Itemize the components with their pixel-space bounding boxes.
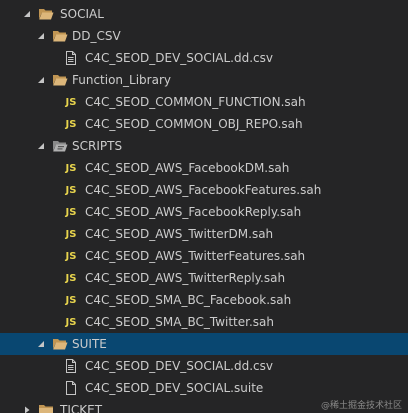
tree-file-row[interactable]: C4C_SEOD_DEV_SOCIAL.suite	[0, 377, 408, 399]
js-file-icon: JS	[65, 250, 77, 262]
tree-item-label: C4C_SEOD_COMMON_FUNCTION.sah	[85, 95, 306, 109]
tree-file-row[interactable]: JS C4C_SEOD_AWS_TwitterFeatures.sah	[0, 245, 408, 267]
generic-file-icon	[63, 381, 79, 395]
tree-item-label: C4C_SEOD_DEV_SOCIAL.suite	[85, 381, 264, 395]
tree-item-label: SCRIPTS	[72, 139, 123, 153]
tree-folder-row[interactable]: DD_CSV	[0, 25, 408, 47]
chevron-down-icon[interactable]	[22, 9, 32, 19]
chevron-down-icon[interactable]	[36, 141, 46, 151]
tree-item-label: C4C_SEOD_AWS_TwitterReply.sah	[85, 271, 286, 285]
tree-item-label: C4C_SEOD_AWS_FacebookFeatures.sah	[85, 183, 322, 197]
tree-file-row[interactable]: JS C4C_SEOD_COMMON_FUNCTION.sah	[0, 91, 408, 113]
tree-item-label: C4C_SEOD_AWS_TwitterFeatures.sah	[85, 249, 306, 263]
js-file-icon: JS	[65, 272, 77, 284]
tree-file-row[interactable]: JS C4C_SEOD_AWS_FacebookDM.sah	[0, 157, 408, 179]
tree-item-label: C4C_SEOD_SMA_BC_Facebook.sah	[85, 293, 292, 307]
tree-file-row[interactable]: JS C4C_SEOD_SMA_BC_Twitter.sah	[0, 311, 408, 333]
folder-open-icon	[52, 29, 68, 43]
tree-file-row[interactable]: JS C4C_SEOD_COMMON_OBJ_REPO.sah	[0, 113, 408, 135]
tree-folder-row[interactable]: SUITE	[0, 333, 408, 355]
js-file-icon: JS	[65, 184, 77, 196]
chevron-down-icon[interactable]	[36, 339, 46, 349]
tree-file-row[interactable]: JS C4C_SEOD_SMA_BC_Facebook.sah	[0, 289, 408, 311]
js-file-icon: JS	[65, 96, 77, 108]
tree-folder-row[interactable]: SCRIPTS	[0, 135, 408, 157]
js-file-icon: JS	[65, 316, 77, 328]
tree-file-row[interactable]: JS C4C_SEOD_AWS_TwitterReply.sah	[0, 267, 408, 289]
folder-open-icon	[38, 7, 54, 21]
file-explorer-tree: SOCIAL DD_CSV C4C_SEOD_DEV_SOCIAL.dd.csv Fu…	[0, 0, 408, 413]
tree-item-label: Function_Library	[72, 73, 171, 87]
chevron-down-icon[interactable]	[36, 31, 46, 41]
tree-item-label: C4C_SEOD_AWS_TwitterDM.sah	[85, 227, 274, 241]
js-file-icon: JS	[65, 228, 77, 240]
js-file-icon: JS	[65, 118, 77, 130]
csv-file-icon	[63, 51, 79, 65]
tree-folder-row[interactable]: Function_Library	[0, 69, 408, 91]
csv-file-icon	[63, 359, 79, 373]
tree-file-row[interactable]: JS C4C_SEOD_AWS_FacebookFeatures.sah	[0, 179, 408, 201]
tree-item-label: DD_CSV	[72, 29, 121, 43]
folder-open-icon	[52, 73, 68, 87]
tree-file-row[interactable]: C4C_SEOD_DEV_SOCIAL.dd.csv	[0, 355, 408, 377]
tree-file-row[interactable]: JS C4C_SEOD_AWS_FacebookReply.sah	[0, 201, 408, 223]
tree-item-label: C4C_SEOD_SMA_BC_Twitter.sah	[85, 315, 274, 329]
watermark: @稀土掘金技术社区	[320, 401, 402, 411]
tree-item-label: C4C_SEOD_DEV_SOCIAL.dd.csv	[85, 51, 273, 65]
js-file-icon: JS	[65, 162, 77, 174]
tree-item-label: C4C_SEOD_COMMON_OBJ_REPO.sah	[85, 117, 303, 131]
chevron-right-icon[interactable]	[22, 405, 32, 413]
tree-file-row[interactable]: C4C_SEOD_DEV_SOCIAL.dd.csv	[0, 47, 408, 69]
scripts-folder-icon	[52, 139, 68, 153]
folder-open-icon	[52, 337, 68, 351]
js-file-icon: JS	[65, 206, 77, 218]
js-file-icon: JS	[65, 294, 77, 306]
tree-item-label: C4C_SEOD_AWS_FacebookDM.sah	[85, 161, 290, 175]
tree-item-label: SOCIAL	[60, 7, 104, 21]
tree-item-label: C4C_SEOD_AWS_FacebookReply.sah	[85, 205, 302, 219]
tree-folder-row[interactable]: SOCIAL	[0, 3, 408, 25]
tree-file-row[interactable]: JS C4C_SEOD_AWS_TwitterDM.sah	[0, 223, 408, 245]
tree-item-label: TICKET	[60, 403, 103, 413]
tree-item-label: C4C_SEOD_DEV_SOCIAL.dd.csv	[85, 359, 273, 373]
tree-item-label: SUITE	[72, 337, 107, 351]
folder-closed-icon	[38, 403, 54, 413]
chevron-down-icon[interactable]	[36, 75, 46, 85]
